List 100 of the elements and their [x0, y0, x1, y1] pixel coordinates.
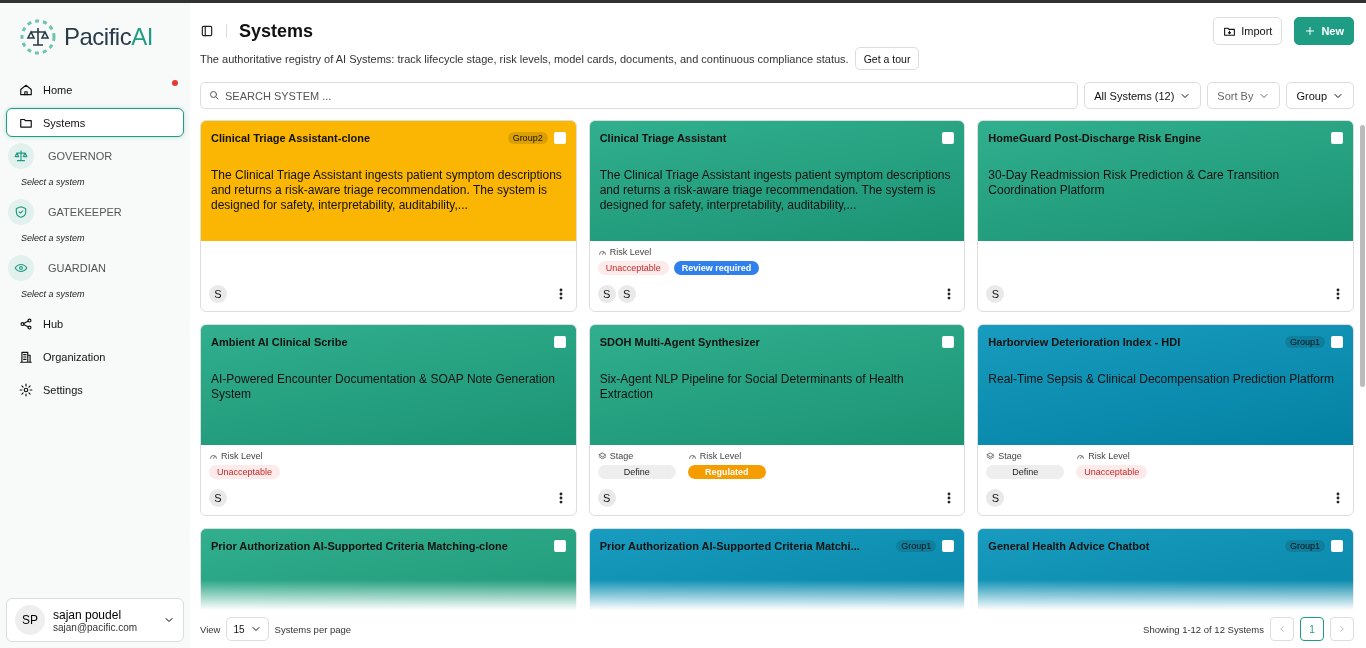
import-button[interactable]: Import: [1213, 17, 1283, 45]
card-title: SDOH Multi-Agent Synthesizer: [599, 336, 761, 348]
nav-item[interactable]: Home: [6, 75, 184, 104]
avatar: S: [209, 285, 227, 303]
share-icon: [19, 316, 33, 331]
card-title: Prior Authorization AI-Supported Criteria Matchi...: [599, 540, 861, 552]
nav-item[interactable]: Hub: [6, 309, 184, 338]
avatar: S: [209, 489, 227, 507]
logo-icon: [18, 17, 58, 57]
card-checkbox[interactable]: [553, 540, 566, 552]
card-description: 30-Day Readmission Risk Prediction & Care Transition Coordination Platform: [988, 168, 1281, 198]
system-card[interactable]: SDOH Multi-Agent Synthesizer Six-Agent NLP Pipeline for Social Determinants of Health Extraction Stage Define Risk Level Regulated S: [588, 324, 966, 516]
system-card[interactable]: General Health Advice Chatbot Group1: [977, 528, 1354, 610]
stage-label: Stage: [986, 451, 1065, 461]
card-title: Clinical Triage Assistant: [599, 132, 728, 144]
page-description: The authoritative registry of AI Systems: track lifecycle stage, risk levels, model cards, documents, and continuous compliance status.: [200, 52, 849, 65]
group-tag: Group1: [1284, 336, 1325, 348]
group-tag: Group1: [896, 540, 937, 552]
nav-item[interactable]: Systems: [6, 108, 184, 137]
system-card[interactable]: Ambient AI Clinical Scribe AI-Powered Encounter Documentation & SOAP Note Generation System Risk Level Unacceptable S: [200, 324, 577, 516]
building-icon: [19, 349, 33, 364]
stage-label: Stage: [597, 451, 676, 461]
module-item[interactable]: GOVERNOR: [8, 143, 182, 169]
tour-button[interactable]: Get a tour: [854, 47, 920, 70]
sidebar-icon: [200, 24, 214, 38]
user-email: sajan@pacific.com: [53, 621, 139, 633]
risk-level-label: Risk Level: [597, 247, 760, 257]
card-checkbox[interactable]: [553, 132, 566, 144]
stage-badge: Define: [597, 465, 676, 479]
user-name: sajan poudel: [53, 607, 123, 622]
card-checkbox[interactable]: [1331, 132, 1343, 144]
card-title: Clinical Triage Assistant-clone: [211, 132, 372, 144]
group-tag: Group2: [507, 132, 548, 144]
avatar: S: [597, 489, 616, 507]
system-card[interactable]: Prior Authorization AI-Supported Criteria Matching-clone: [200, 528, 577, 610]
card-title: HomeGuard Post-Discharge Risk Engine: [988, 132, 1203, 144]
layers-icon: [597, 451, 607, 461]
stage-badge: Define: [986, 465, 1065, 479]
settings-icon: [19, 382, 33, 397]
avatar: S: [597, 285, 616, 303]
module-item[interactable]: GATEKEEPER: [8, 199, 182, 225]
home-icon: [19, 82, 33, 97]
layers-icon: [986, 451, 996, 461]
chevron-left-icon: [1277, 624, 1287, 634]
page-size-dropdown[interactable]: 15: [226, 617, 269, 641]
filter-dropdown[interactable]: All Systems (12): [1084, 82, 1202, 109]
card-checkbox[interactable]: [942, 132, 955, 144]
card-description: Real-Time Sepsis & Clinical Decompensation Prediction Platform: [988, 372, 1336, 387]
system-card[interactable]: [588, 120, 966, 312]
risk-level-label: Risk Level: [687, 451, 766, 461]
page-button[interactable]: 1: [1300, 617, 1324, 641]
scales-icon: [14, 149, 28, 163]
card-description: The Clinical Triage Assistant ingests patient symptom descriptions and returns a risk-aware triage recommendation. The system is designed for safety, interpretability, auditability,...: [599, 168, 952, 213]
risk-badge: Unacceptable: [209, 465, 281, 479]
view-label: View: [200, 623, 221, 635]
module-subtitle: Select a system: [20, 289, 86, 299]
risk-level-label: Risk Level: [209, 451, 281, 461]
plus-icon: [1304, 25, 1317, 37]
card-title: Harborview Deterioration Index - HDI: [988, 336, 1182, 348]
card-description: The Clinical Triage Assistant ingests patient symptom descriptions and returns a risk-aware triage recommendation. The system is designed for safety, interpretability, auditability,...: [211, 168, 563, 213]
module-item[interactable]: GUARDIAN: [8, 255, 182, 281]
module-subtitle: Select a system: [20, 177, 86, 187]
group-tag: Group1: [1284, 540, 1325, 552]
avatar: S: [617, 285, 636, 303]
results-count: Showing 1-12 of 12 Systems: [1143, 623, 1264, 635]
system-card[interactable]: HomeGuard Post-Discharge Risk Engine 30-Day Readmission Risk Prediction & Care Transition Coordination Platform S: [977, 120, 1354, 312]
system-card[interactable]: Prior Authorization AI-Supported Criteria Matchi... Group1: [588, 528, 966, 610]
status-badge: Review required: [673, 261, 760, 275]
user-menu[interactable]: SP sajan poudel sajan@pacific.com: [6, 598, 184, 642]
avatar: S: [986, 489, 1005, 507]
nav-item[interactable]: Organization: [6, 342, 184, 371]
system-card[interactable]: [200, 120, 577, 312]
card-checkbox[interactable]: [1331, 336, 1343, 348]
shield-check-icon: [14, 205, 28, 219]
per-page-label: Systems per page: [274, 623, 352, 635]
card-checkbox[interactable]: [553, 336, 566, 348]
card-checkbox[interactable]: [1331, 540, 1343, 552]
eye-icon: [14, 261, 28, 275]
system-card[interactable]: Harborview Deterioration Index - HDI Group1 Real-Time Sepsis & Clinical Decompensation Prediction Platform Stage Define Risk Level Unacceptable S: [977, 324, 1354, 516]
nav-item[interactable]: Settings: [6, 375, 184, 404]
risk-badge: Unacceptable: [597, 261, 669, 275]
card-checkbox[interactable]: [942, 540, 955, 552]
card-title: Ambient AI Clinical Scribe: [211, 336, 349, 348]
chevron-right-icon: [1337, 624, 1347, 634]
card-description: Six-Agent NLP Pipeline for Social Determinants of Health Extraction: [599, 372, 905, 402]
risk-badge: Unacceptable: [1076, 465, 1148, 479]
avatar: S: [986, 285, 1005, 303]
sidebar-toggle-button[interactable]: [200, 24, 214, 38]
logo: PacificAI: [6, 3, 184, 75]
card-description: AI-Powered Encounter Documentation & SOAP Note Generation System: [211, 372, 556, 402]
card-checkbox[interactable]: [942, 336, 955, 348]
user-avatar: SP: [15, 605, 45, 635]
search-field[interactable]: SEARCH SYSTEM ...: [200, 82, 1079, 109]
sort-dropdown[interactable]: Sort By: [1207, 82, 1281, 109]
page-title: Systems: [239, 20, 315, 42]
card-title: Prior Authorization AI-Supported Criteria Matching-clone: [211, 540, 509, 552]
risk-level-label: Risk Level: [1076, 451, 1148, 461]
group-dropdown[interactable]: Group: [1286, 82, 1354, 109]
module-subtitle: Select a system: [20, 233, 86, 243]
scrollbar[interactable]: [1360, 125, 1365, 387]
